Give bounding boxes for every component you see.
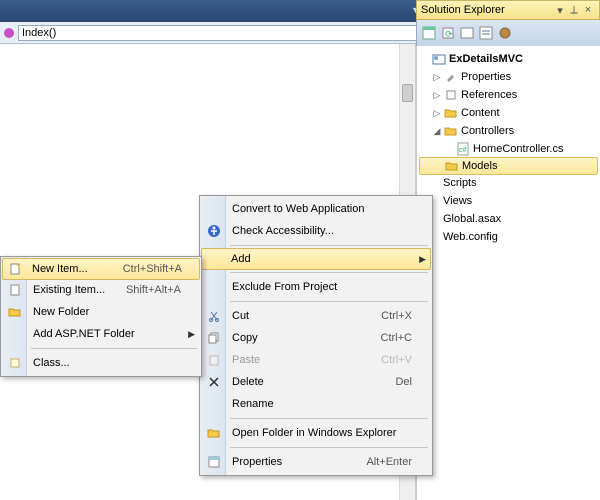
view-code-icon[interactable] — [478, 25, 494, 41]
menu-paste: Paste Ctrl+V — [202, 349, 430, 371]
project-icon — [431, 51, 447, 67]
existing-item-icon — [7, 282, 23, 298]
collapse-icon[interactable]: ◢ — [431, 126, 443, 137]
delete-icon — [206, 374, 222, 390]
tree-node-webconfig[interactable]: Web.config — [419, 228, 598, 246]
tree-label: Scripts — [443, 177, 598, 189]
submenu-class[interactable]: Class... — [3, 352, 199, 374]
new-item-icon — [7, 261, 23, 277]
tree-node-properties[interactable]: ▷ Properties — [419, 68, 598, 86]
tree-node-views[interactable]: Views — [419, 192, 598, 210]
menu-open-folder-explorer[interactable]: Open Folder in Windows Explorer — [202, 422, 430, 444]
csharp-file-icon: c# — [455, 141, 471, 157]
references-icon — [443, 87, 459, 103]
wrench-icon — [443, 69, 459, 85]
pin-icon[interactable]: ⟂ — [567, 4, 581, 17]
tree-node-globalasax[interactable]: Global.asax — [419, 210, 598, 228]
tree-node-controllers[interactable]: ◢ Controllers — [419, 122, 598, 140]
submenu-new-folder[interactable]: New Folder — [3, 301, 199, 323]
tree-label: References — [461, 89, 598, 101]
submenu-asp-net-folder[interactable]: Add ASP.NET Folder ▶ — [3, 323, 199, 345]
menu-separator — [230, 245, 428, 246]
menu-exclude-project[interactable]: Exclude From Project — [202, 276, 430, 298]
properties-icon — [206, 454, 222, 470]
tree-node-references[interactable]: ▷ References — [419, 86, 598, 104]
svg-text:c#: c# — [459, 147, 467, 154]
copy-icon — [206, 330, 222, 346]
menu-separator — [230, 272, 428, 273]
menu-cut[interactable]: Cut Ctrl+X — [202, 305, 430, 327]
refresh-icon[interactable] — [459, 25, 475, 41]
submenu-arrow-icon: ▶ — [188, 329, 195, 340]
dropdown-icon[interactable]: ▾ — [553, 4, 567, 17]
menu-separator — [31, 348, 197, 349]
menu-add[interactable]: Add ▶ — [201, 248, 431, 270]
menu-separator — [230, 418, 428, 419]
menu-rename[interactable]: Rename — [202, 393, 430, 415]
scrollbar-thumb[interactable] — [402, 84, 413, 102]
tree-node-homecontroller[interactable]: c# HomeController.cs — [419, 140, 598, 158]
accessibility-icon — [206, 223, 222, 239]
view-designer-icon[interactable] — [497, 25, 513, 41]
tree-node-models[interactable]: Models — [419, 157, 598, 175]
submenu-arrow-icon: ▶ — [419, 254, 426, 265]
submenu-existing-item[interactable]: Existing Item... Shift+Alt+A — [3, 279, 199, 301]
menu-delete[interactable]: Delete Del — [202, 371, 430, 393]
tree-label: ExDetailsMVC — [449, 53, 598, 65]
show-all-icon[interactable]: ⟳ — [440, 25, 456, 41]
tree-label: Controllers — [461, 125, 598, 137]
menu-check-accessibility[interactable]: Check Accessibility... — [202, 220, 430, 242]
folder-icon — [444, 158, 460, 174]
expand-icon[interactable]: ▷ — [431, 90, 443, 101]
tree-label: Models — [462, 160, 597, 172]
menu-separator — [230, 301, 428, 302]
add-submenu: New Item... Ctrl+Shift+A Existing Item..… — [0, 256, 202, 377]
context-menu: Convert to Web Application Check Accessi… — [199, 195, 433, 476]
class-icon — [7, 355, 23, 371]
tree-node-scripts[interactable]: Scripts — [419, 174, 598, 192]
solution-tree[interactable]: ExDetailsMVC ▷ Properties ▷ References ▷… — [416, 46, 600, 500]
menu-separator — [230, 447, 428, 448]
menu-convert-web-app[interactable]: Convert to Web Application — [202, 198, 430, 220]
tree-label: Global.asax — [443, 213, 598, 225]
folder-open-icon — [206, 425, 222, 441]
method-icon — [4, 28, 14, 38]
tree-label: Views — [443, 195, 598, 207]
svg-text:⟳: ⟳ — [445, 29, 453, 39]
submenu-new-item[interactable]: New Item... Ctrl+Shift+A — [2, 258, 200, 280]
menu-copy[interactable]: Copy Ctrl+C — [202, 327, 430, 349]
tree-label: HomeController.cs — [473, 143, 598, 155]
expand-icon[interactable]: ▷ — [431, 108, 443, 119]
solution-explorer-header: Solution Explorer ▾ ⟂ × — [416, 0, 600, 20]
cut-icon — [206, 308, 222, 324]
paste-icon — [206, 352, 222, 368]
tree-label: Properties — [461, 71, 598, 83]
folder-icon — [443, 105, 459, 121]
panel-title: Solution Explorer — [421, 4, 553, 16]
properties-icon[interactable] — [421, 25, 437, 41]
close-icon[interactable]: × — [581, 4, 595, 16]
tree-label: Web.config — [443, 231, 598, 243]
folder-icon — [7, 304, 23, 320]
solution-explorer-toolbar: ⟳ — [416, 20, 600, 46]
menu-properties[interactable]: Properties Alt+Enter — [202, 451, 430, 473]
expand-icon[interactable]: ▷ — [431, 72, 443, 83]
tree-project-root[interactable]: ExDetailsMVC — [419, 50, 598, 68]
folder-open-icon — [443, 123, 459, 139]
tree-label: Content — [461, 107, 598, 119]
tree-node-content[interactable]: ▷ Content — [419, 104, 598, 122]
